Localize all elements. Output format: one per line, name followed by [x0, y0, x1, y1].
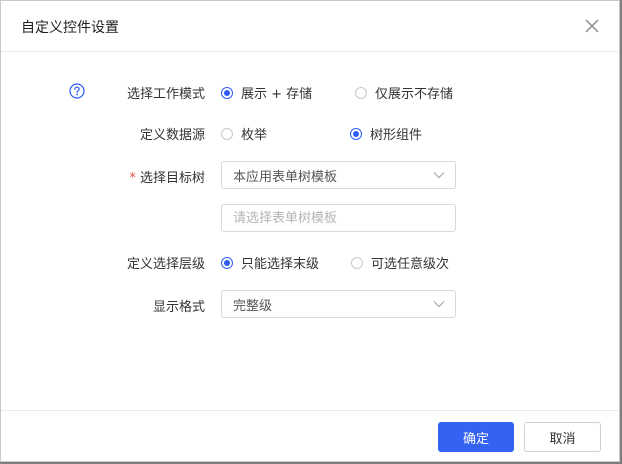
radio-unchecked-icon [355, 86, 367, 99]
target-tree-select[interactable]: 本应用表单树模板 [221, 161, 456, 189]
target-tree-label-text: 选择目标树 [139, 171, 205, 186]
radio-checked-icon [350, 127, 362, 140]
confirm-button[interactable]: 确定 [438, 422, 514, 452]
cancel-button[interactable]: 取消 [524, 422, 601, 452]
source-label: 定义数据源 [139, 128, 205, 143]
mode-option-display-store-label: 展示 + 存储 [241, 87, 313, 102]
target-tree-value: 本应用表单树模板 [233, 169, 338, 185]
dialog-footer: 确定 取消 [1, 410, 619, 463]
mode-option-display-only[interactable]: 仅展示不存储 [355, 83, 453, 102]
source-option-tree-label: 树形组件 [370, 128, 423, 143]
display-format-value: 完整级 [233, 298, 273, 314]
level-label: 定义选择层级 [126, 257, 205, 272]
mode-label: 选择工作模式 [126, 87, 205, 102]
source-option-enum[interactable]: 枚举 [221, 124, 267, 143]
target-tree-label: * 选择目标树 [129, 167, 205, 186]
mode-option-display-only-label: 仅展示不存储 [375, 87, 454, 102]
level-option-leaf-only[interactable]: 只能选择末级 [221, 253, 319, 272]
help-circle-icon[interactable] [69, 83, 85, 99]
dialog-title: 自定义控件设置 [21, 20, 119, 36]
level-option-any-level[interactable]: 可选任意级次 [351, 253, 449, 272]
required-mark: * [129, 171, 136, 186]
source-option-tree[interactable]: 树形组件 [350, 124, 422, 143]
tree-template-input[interactable] [221, 204, 456, 232]
chevron-down-icon [433, 172, 445, 179]
source-option-enum-label: 枚举 [241, 128, 268, 143]
settings-dialog: 自定义控件设置 选择工作模式 展示 + 存储 仅展示不存储 定义数据源 枚举 树… [0, 0, 620, 462]
display-format-label: 显示格式 [152, 300, 205, 315]
radio-checked-icon [221, 256, 233, 269]
display-format-select[interactable]: 完整级 [221, 290, 456, 318]
level-option-leaf-only-label: 只能选择末级 [241, 257, 320, 272]
radio-unchecked-icon [221, 127, 233, 140]
chevron-down-icon [433, 301, 445, 308]
level-option-any-level-label: 可选任意级次 [371, 257, 450, 272]
close-icon[interactable] [583, 17, 601, 35]
mode-option-display-store[interactable]: 展示 + 存储 [221, 83, 312, 102]
radio-unchecked-icon [351, 256, 363, 269]
dialog-header: 自定义控件设置 [1, 1, 619, 52]
radio-checked-icon [221, 86, 233, 99]
